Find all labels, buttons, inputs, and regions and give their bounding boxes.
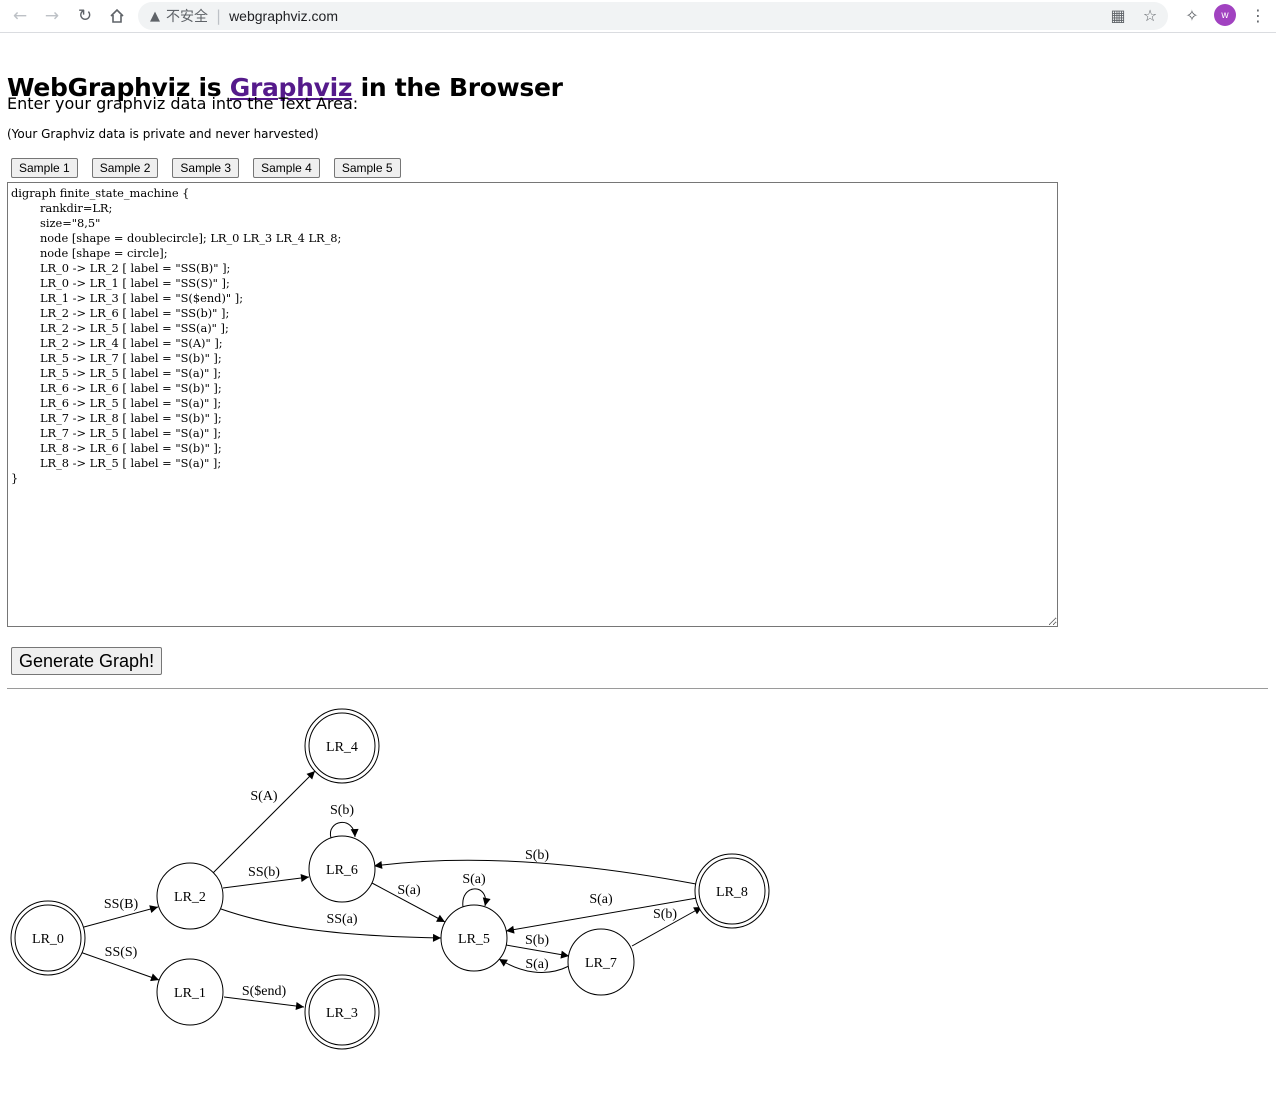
graph-output: LR_0 LR_1 LR_2 LR_3 LR_4 LR_5 LR_6 LR_7 …: [10, 708, 770, 1050]
sample-2-button[interactable]: Sample 2: [91, 158, 159, 178]
privacy-note: (Your Graphviz data is private and never…: [7, 127, 319, 141]
sample-3-button[interactable]: Sample 3: [172, 158, 240, 178]
sample-5-button[interactable]: Sample 5: [333, 158, 401, 178]
edge-label-lr2-lr4: S(A): [250, 789, 278, 804]
sample-buttons: Sample 1 Sample 2 Sample 3 Sample 4 Samp…: [11, 158, 401, 178]
node-label-lr4: LR_4: [326, 740, 358, 755]
insecure-label: 不安全: [166, 9, 208, 25]
generate-graph-button[interactable]: Generate Graph!: [11, 647, 163, 675]
address-bar[interactable]: ▲ 不安全 | webgraphviz.com ▦ ☆: [138, 2, 1168, 30]
edge-label-lr0-lr2: SS(B): [104, 897, 139, 912]
node-label-lr3: LR_3: [326, 1006, 358, 1021]
title-suffix: in the Browser: [352, 73, 563, 102]
intro-text: Enter your graphviz data into the Text A…: [7, 94, 359, 113]
reload-icon[interactable]: ↻: [73, 4, 97, 28]
edge-label-lr5-lr5: S(a): [462, 872, 486, 887]
edge-label-lr6-lr6: S(b): [330, 803, 354, 818]
divider: [7, 688, 1268, 689]
node-label-lr1: LR_1: [174, 986, 206, 1001]
qr-code-icon[interactable]: ▦: [1108, 6, 1128, 25]
warning-icon: ▲: [150, 8, 160, 24]
node-label-lr0: LR_0: [32, 932, 64, 947]
menu-icon[interactable]: ⋮: [1248, 6, 1268, 25]
extensions-icon[interactable]: ✧: [1182, 6, 1202, 25]
sample-1-button[interactable]: Sample 1: [11, 158, 78, 178]
node-label-lr8: LR_8: [716, 885, 748, 900]
edge-label-lr7-lr8: S(b): [653, 907, 677, 922]
edge-label-lr7-lr5: S(a): [525, 957, 549, 972]
node-label-lr7: LR_7: [585, 956, 617, 971]
edge-label-lr1-lr3: S($end): [242, 984, 287, 999]
address-separator: |: [216, 7, 222, 25]
graphviz-input[interactable]: digraph finite_state_machine { rankdir=L…: [7, 182, 1058, 627]
home-icon[interactable]: [105, 4, 129, 28]
forward-icon[interactable]: →: [40, 4, 64, 28]
sample-4-button[interactable]: Sample 4: [253, 158, 320, 178]
edge-lr8-lr6: [373, 859, 697, 885]
node-label-lr5: LR_5: [458, 932, 490, 947]
edge-label-lr0-lr1: SS(S): [105, 945, 138, 960]
url-text: webgraphviz.com: [229, 8, 338, 24]
edge-label-lr5-lr7: S(b): [525, 933, 549, 948]
back-icon[interactable]: ←: [8, 4, 32, 28]
avatar[interactable]: w: [1214, 4, 1236, 26]
node-label-lr6: LR_6: [326, 863, 358, 878]
edge-label-lr2-lr5: SS(a): [326, 912, 357, 927]
star-icon[interactable]: ☆: [1140, 6, 1160, 25]
node-label-lr2: LR_2: [174, 890, 206, 905]
edge-label-lr8-lr5: S(a): [589, 892, 613, 907]
edge-label-lr8-lr6: S(b): [525, 848, 549, 863]
browser-toolbar: ← → ↻ ▲ 不安全 | webgraphviz.com ▦ ☆ ✧ w ⋮: [0, 0, 1276, 33]
edge-label-lr2-lr6: SS(b): [248, 865, 280, 880]
edge-lr5-lr5-loop: [462, 888, 491, 908]
edge-label-lr6-lr5: S(a): [397, 883, 421, 898]
edge-lr2-lr4: [212, 770, 316, 874]
